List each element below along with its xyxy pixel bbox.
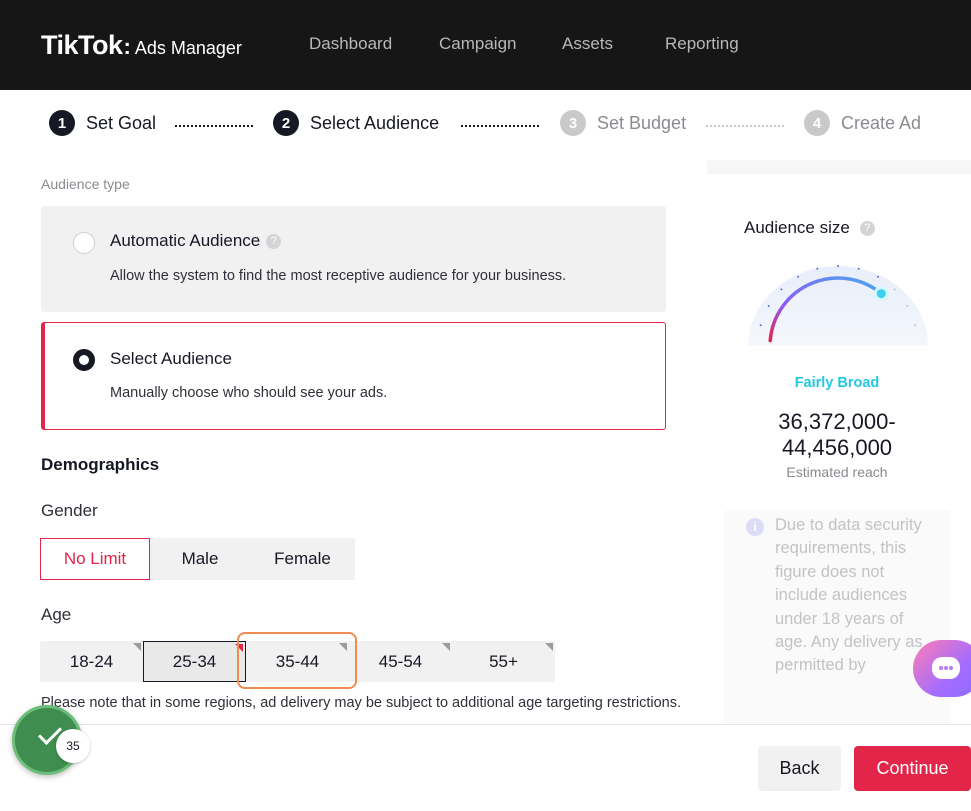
nav-campaign[interactable]: Campaign [439, 34, 517, 54]
gender-option-no-limit[interactable]: No Limit [40, 538, 150, 580]
automatic-audience-title: Automatic Audience [110, 231, 261, 250]
age-option-label: 55+ [489, 651, 518, 671]
gauge-tick [816, 267, 819, 270]
step-label: Create Ad [841, 112, 922, 133]
top-navigation-bar: TikTok : Ads Manager Dashboard Campaign … [0, 0, 971, 90]
reach-range-lower: 36,372,000- [778, 409, 896, 434]
age-option-55-plus[interactable]: 55+ [452, 641, 555, 682]
age-option-label: 35-44 [275, 651, 320, 671]
data-security-notice: i Due to data security requirements, thi… [724, 510, 950, 725]
audience-breadth-status: Fairly Broad [794, 375, 880, 391]
step-create-ad[interactable]: 4 Create Ad [804, 110, 921, 136]
gauge-tick [893, 288, 896, 291]
age-label: Age [41, 605, 72, 624]
age-selector: 18-24 25-34 35-44 45-54 55+ [40, 641, 555, 682]
step-label: Set Budget [597, 112, 687, 133]
back-button[interactable]: Back [758, 746, 841, 791]
step-label: Set Goal [86, 112, 157, 133]
reach-range-upper: 44,456,000 [781, 435, 893, 460]
audience-size-title-row: Audience size? [744, 218, 875, 238]
gender-label: Gender [41, 501, 98, 520]
progress-stepper: 1 Set Goal 2 Select Audience 3 Set Budge… [0, 110, 971, 142]
gauge-tick [797, 275, 799, 278]
step-label: Select Audience [310, 112, 440, 133]
gauge-tick [914, 324, 917, 327]
automatic-audience-option[interactable]: Automatic Audience? Allow the system to … [41, 206, 666, 312]
info-icon: i [746, 518, 764, 536]
age-option-label: 25-34 [172, 651, 217, 671]
help-icon[interactable]: ? [859, 221, 875, 237]
corner-marker-icon [545, 643, 553, 651]
corner-marker-icon [442, 643, 450, 651]
select-audience-radio[interactable] [73, 349, 95, 371]
gauge-tick [759, 324, 762, 327]
chat-support-button[interactable] [913, 640, 971, 697]
select-audience-description: Manually choose who should see your ads. [110, 385, 388, 401]
step-connector [461, 125, 539, 127]
corner-marker-icon [133, 643, 141, 651]
age-option-35-44[interactable]: 35-44 [246, 641, 349, 682]
audience-size-gauge [748, 265, 928, 346]
estimated-reach-caption: Estimated reach [786, 464, 888, 480]
estimated-reach-range: 36,372,000- 44,456,000 [703, 409, 971, 461]
logo-subtitle: Ads Manager [134, 38, 242, 58]
gauge-tick [857, 267, 860, 270]
tiktok-ads-manager-logo[interactable]: TikTok : Ads Manager [41, 30, 242, 61]
gauge-indicator [873, 286, 889, 302]
automatic-audience-description: Allow the system to find the most recept… [110, 268, 567, 284]
select-audience-option[interactable]: Select Audience Manually choose who shou… [41, 322, 666, 430]
step-number: 1 [49, 110, 75, 136]
audience-size-title: Audience size [744, 218, 850, 237]
nav-reporting[interactable]: Reporting [665, 34, 739, 54]
gauge-tick [837, 265, 839, 267]
step-connector [706, 125, 784, 127]
task-count-badge: 35 [56, 729, 90, 763]
step-select-audience[interactable]: 2 Select Audience [273, 110, 439, 136]
logo-colon: : [123, 34, 131, 59]
age-restriction-note: Please note that in some regions, ad del… [41, 695, 681, 711]
gauge-tick [906, 305, 909, 307]
step-number: 2 [273, 110, 299, 136]
age-option-18-24[interactable]: 18-24 [40, 641, 143, 682]
corner-marker-icon [339, 643, 347, 651]
age-option-25-34[interactable]: 25-34 [143, 641, 246, 682]
gauge-tick [780, 288, 783, 291]
demographics-heading: Demographics [41, 455, 160, 474]
age-option-label: 45-54 [378, 651, 423, 671]
audience-type-label: Audience type [41, 176, 130, 192]
gauge-tick [877, 275, 879, 278]
step-set-goal[interactable]: 1 Set Goal [49, 110, 156, 136]
select-audience-title: Select Audience [110, 349, 232, 368]
automatic-audience-radio[interactable] [73, 232, 95, 254]
gender-option-male[interactable]: Male [150, 538, 250, 580]
step-connector [175, 125, 253, 127]
age-option-label: 18-24 [69, 651, 114, 671]
step-set-budget[interactable]: 3 Set Budget [560, 110, 686, 136]
data-security-notice-text: Due to data security requirements, this … [775, 516, 923, 675]
nav-dashboard[interactable]: Dashboard [309, 34, 392, 54]
logo-wordmark: TikTok [41, 30, 123, 60]
gender-option-female[interactable]: Female [250, 538, 355, 580]
gender-selector: No Limit Male Female [40, 538, 355, 580]
chat-icon [932, 657, 960, 679]
corner-marker-icon [235, 644, 243, 652]
step-number: 4 [804, 110, 830, 136]
step-number: 3 [560, 110, 586, 136]
help-icon[interactable]: ? [266, 234, 282, 250]
nav-assets[interactable]: Assets [562, 34, 613, 54]
gauge-tick [767, 305, 770, 307]
continue-button[interactable]: Continue [854, 746, 971, 791]
automatic-audience-title-row: Automatic Audience? [110, 231, 282, 251]
age-option-45-54[interactable]: 45-54 [349, 641, 452, 682]
